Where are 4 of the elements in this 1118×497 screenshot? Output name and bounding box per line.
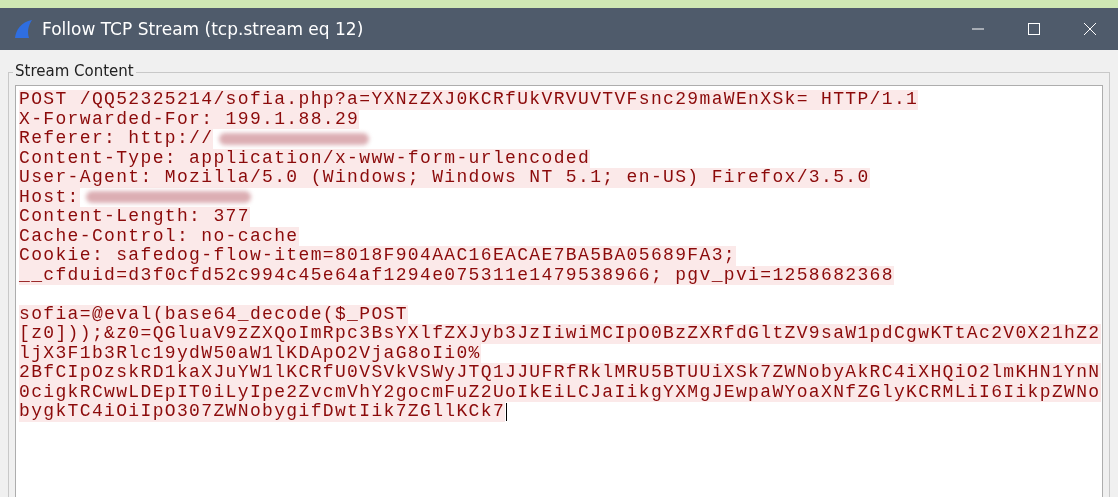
maximize-icon: [1028, 23, 1040, 35]
window-title: Follow TCP Stream (tcp.stream eq 12): [42, 19, 365, 39]
close-icon: [1084, 23, 1096, 35]
shark-fin-icon: [12, 18, 34, 40]
